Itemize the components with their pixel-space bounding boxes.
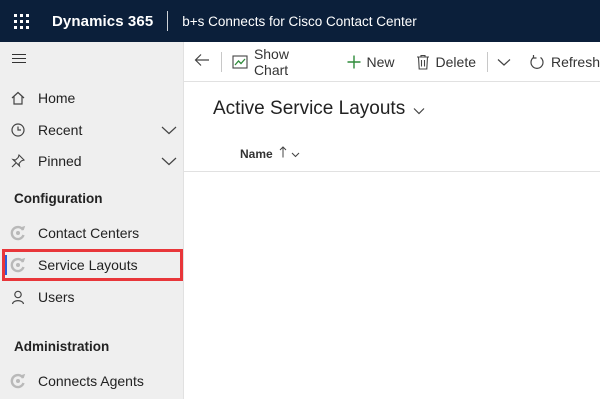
command-bar: Show Chart New Delete Refresh bbox=[184, 42, 600, 82]
new-label: New bbox=[366, 53, 395, 70]
sidebar-item-label: Pinned bbox=[38, 153, 82, 169]
trash-icon bbox=[416, 54, 430, 70]
sidebar: Home Recent Pinned Configuration Contact… bbox=[0, 42, 184, 399]
sidebar-item-pinned[interactable]: Pinned bbox=[0, 145, 184, 177]
column-header-name[interactable]: Name bbox=[240, 146, 300, 161]
top-header: Dynamics 365 b+s Connects for Cisco Cont… bbox=[0, 0, 600, 42]
sort-ascending-icon bbox=[279, 146, 287, 161]
view-title: Active Service Layouts bbox=[213, 98, 406, 119]
sidebar-item-contact-centers[interactable]: Contact Centers bbox=[0, 217, 184, 249]
app-window: Dynamics 365 b+s Connects for Cisco Cont… bbox=[0, 0, 600, 399]
header-divider bbox=[167, 11, 169, 31]
chevron-down-icon[interactable] bbox=[154, 125, 184, 135]
chevron-down-icon[interactable] bbox=[154, 156, 184, 166]
show-chart-button[interactable]: Show Chart bbox=[232, 42, 325, 82]
delete-label: Delete bbox=[435, 53, 476, 70]
show-chart-label: Show Chart bbox=[253, 45, 289, 78]
sidebar-item-label: Contact Centers bbox=[38, 225, 140, 241]
section-title-configuration: Configuration bbox=[14, 191, 103, 206]
more-commands-button[interactable] bbox=[497, 42, 511, 82]
command-separator bbox=[487, 51, 488, 72]
sidebar-item-users[interactable]: Users bbox=[0, 281, 184, 313]
main-content: Active Service Layouts Name bbox=[184, 82, 600, 399]
hamburger-menu-icon[interactable] bbox=[12, 54, 28, 68]
clock-icon bbox=[0, 122, 38, 138]
new-button[interactable]: New bbox=[347, 42, 395, 82]
chart-icon bbox=[232, 54, 248, 70]
back-button[interactable] bbox=[184, 42, 221, 82]
refresh-label: Refresh bbox=[550, 53, 600, 70]
command-separator bbox=[220, 51, 222, 72]
brand-title[interactable]: Dynamics 365 bbox=[52, 13, 153, 30]
refresh-button[interactable]: Refresh bbox=[529, 42, 600, 82]
chevron-down-icon bbox=[291, 147, 300, 161]
highlight-annotation bbox=[2, 249, 183, 281]
sidebar-item-label: Users bbox=[38, 289, 75, 305]
sidebar-item-label: Recent bbox=[38, 122, 83, 138]
entity-icon bbox=[0, 373, 38, 389]
plus-icon bbox=[347, 55, 361, 69]
person-icon bbox=[0, 289, 38, 305]
sidebar-item-recent[interactable]: Recent bbox=[0, 114, 184, 146]
sidebar-item-home[interactable]: Home bbox=[0, 82, 184, 114]
entity-icon bbox=[0, 225, 38, 241]
section-title-administration: Administration bbox=[14, 339, 110, 354]
sidebar-item-label: Connects Agents bbox=[38, 373, 144, 389]
home-icon bbox=[0, 90, 38, 106]
app-launcher-button[interactable] bbox=[0, 0, 42, 42]
refresh-icon bbox=[529, 54, 545, 70]
grid-header-divider bbox=[184, 171, 600, 172]
back-arrow-icon bbox=[194, 53, 210, 70]
view-selector[interactable]: Active Service Layouts bbox=[213, 97, 425, 121]
chevron-down-icon bbox=[497, 54, 511, 70]
waffle-icon bbox=[13, 13, 29, 29]
pin-icon bbox=[0, 153, 38, 169]
chevron-down-icon bbox=[413, 99, 425, 121]
app-name[interactable]: b+s Connects for Cisco Contact Center bbox=[182, 14, 416, 29]
sidebar-item-label: Home bbox=[38, 90, 76, 106]
sidebar-item-connects-agents[interactable]: Connects Agents bbox=[0, 365, 184, 397]
column-header-label: Name bbox=[240, 146, 273, 161]
delete-button[interactable]: Delete bbox=[416, 42, 476, 82]
